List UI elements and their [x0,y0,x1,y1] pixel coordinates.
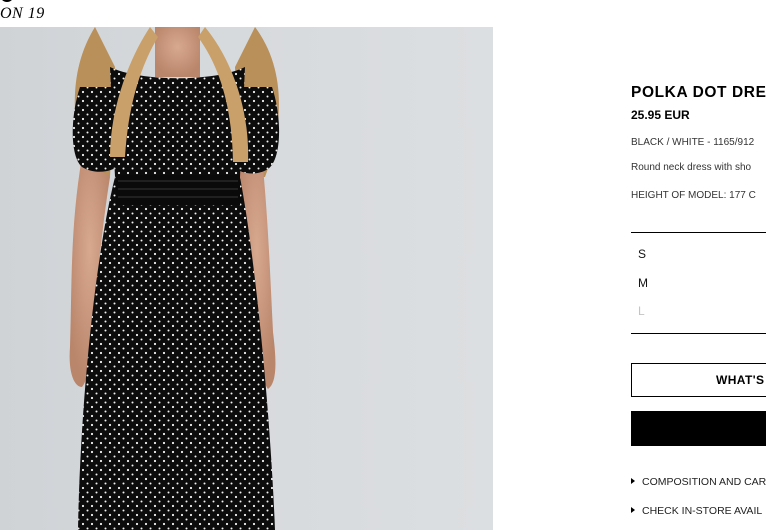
product-description: Round neck dress with sho [631,162,752,173]
product-page: ON 19 POLKA DOT DRE 25.95 EUR BLACK / WH… [0,0,766,530]
size-option-m[interactable]: M [638,276,648,290]
product-title: POLKA DOT DRE [631,84,766,101]
brand-mark-icon [0,0,14,2]
composition-care-link[interactable]: COMPOSITION AND CAR [631,476,766,488]
size-option-s[interactable]: S [638,247,646,261]
brand-text: ON 19 [0,5,45,22]
product-price: 25.95 EUR [631,108,690,122]
size-selector: S M L [631,232,766,334]
product-color-reference: BLACK / WHITE - 1165/912 [631,137,755,148]
caret-right-icon [631,478,635,484]
model-height: HEIGHT OF MODEL: 177 C [631,190,756,201]
caret-right-icon [631,507,635,513]
product-photo-illustration [69,27,280,530]
store-availability-link[interactable]: CHECK IN-STORE AVAIL [631,505,762,517]
product-image[interactable] [0,27,493,530]
composition-care-label: COMPOSITION AND CAR [642,476,766,488]
size-option-l-unavailable: L [638,304,645,318]
whats-my-size-button[interactable]: WHAT'S [631,363,766,397]
store-availability-label: CHECK IN-STORE AVAIL [642,505,763,517]
product-info-panel: POLKA DOT DRE 25.95 EUR BLACK / WHITE - … [631,0,766,530]
add-to-basket-button[interactable] [631,411,766,446]
